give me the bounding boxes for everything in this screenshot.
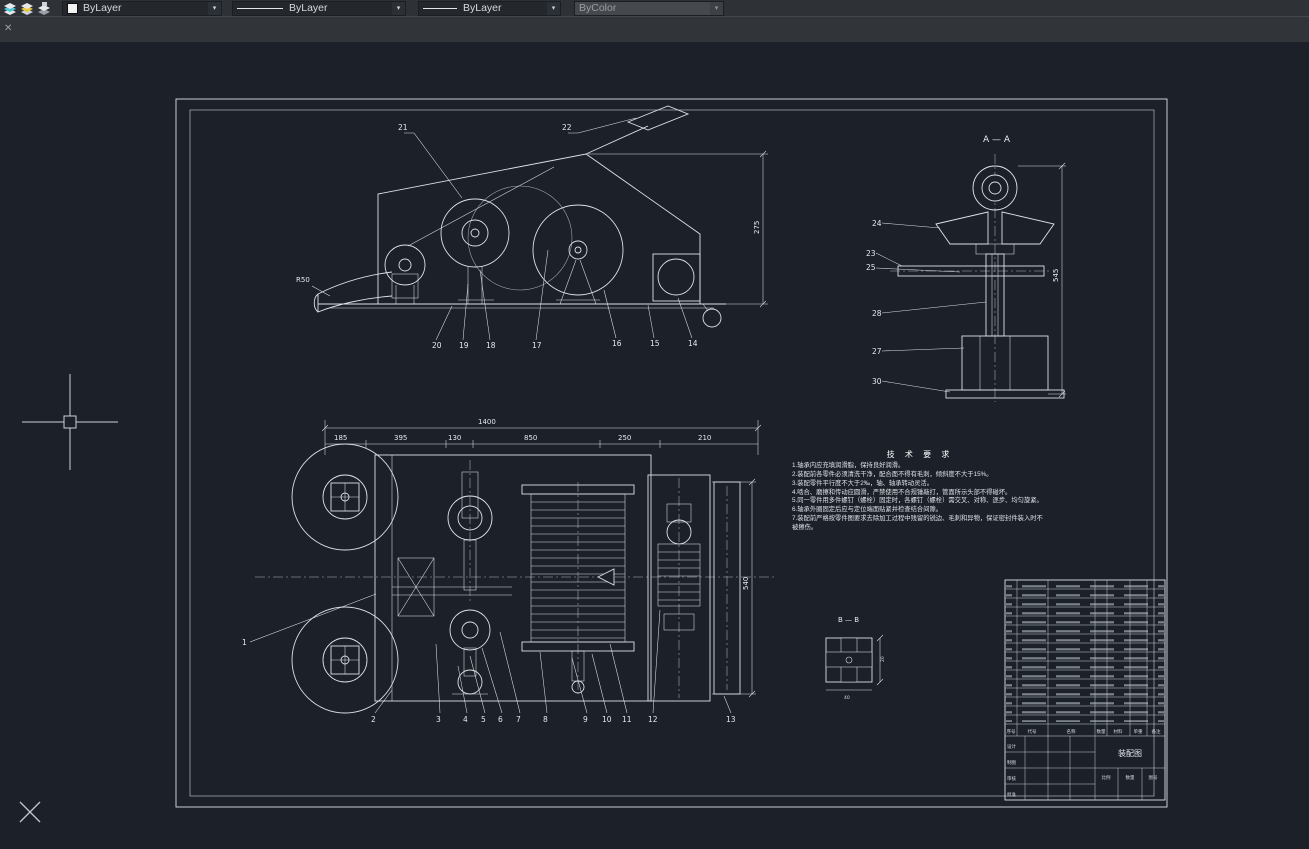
technical-notes: 技 术 要 求 1.轴承内应充填润滑脂，保持良好润滑。 2.装配前各零件必须清洗… — [792, 449, 1048, 533]
lineweight-value: ByLayer — [463, 2, 502, 14]
drawing-title: 装配图 — [1118, 748, 1142, 758]
dim-label: 130 — [448, 434, 461, 442]
signature-label: 审核 — [1007, 775, 1016, 782]
dim-label: 185 — [334, 434, 347, 442]
section-aa-view: A — A 545 24 23 25 28 27 30 — [866, 135, 1066, 402]
linetype-control[interactable]: ByLayer ▾ — [232, 0, 406, 16]
field-label: 比例 — [1102, 774, 1111, 781]
parts-table: 序号 代号 名称 数量 材料 单重 备注 设计 制图 审核 批准 装配图 比例 … — [1004, 579, 1166, 801]
note-line: 6.轴承外圈固定后应与定位端面贴紧并检查结合间隙。 — [792, 506, 943, 514]
note-line: 1.轴承内应充填润滑脂，保持良好润滑。 — [792, 462, 905, 470]
note-line: 2.装配前各零件必须清洗干净，配合面不得有毛刺，倾斜度不大于15%。 — [792, 471, 993, 478]
elevation-view: 275 R50 21 22 20 19 18 17 16 15 14 — [296, 105, 768, 350]
dim-label: 275 — [753, 221, 761, 234]
table-header: 名称 — [1067, 728, 1076, 735]
dim-label: 850 — [524, 434, 537, 442]
balloon: 10 — [602, 715, 612, 724]
balloon: 2 — [371, 715, 376, 724]
balloon: 17 — [532, 341, 542, 350]
balloon: 14 — [688, 339, 698, 348]
docked-palette-bar: ✕ — [0, 16, 1309, 44]
chevron-down-icon: ▾ — [710, 1, 723, 15]
table-header: 数量 — [1097, 728, 1106, 735]
note-line: 7.装配前严格按零件图要求去除加工过程中残留的锐边、毛刺和异物，保证密封件装入时… — [792, 515, 1043, 531]
close-icon[interactable]: ✕ — [4, 23, 12, 35]
balloon: 25 — [866, 263, 876, 272]
dim-label: R50 — [296, 276, 310, 284]
dim-label: 540 — [742, 577, 750, 590]
chevron-down-icon[interactable]: ▾ — [547, 1, 560, 15]
chevron-down-icon[interactable]: ▾ — [208, 1, 221, 15]
drawing-svg: 275 R50 21 22 20 19 18 17 16 15 14 A — A… — [19, 98, 1168, 823]
layers-icon[interactable] — [2, 1, 17, 15]
balloon: 12 — [648, 715, 658, 724]
dim-label: 1400 — [478, 418, 496, 426]
object-properties-toolbar: ByLayer ▾ ByLayer ▾ ByLayer ▾ ByColor ▾ — [0, 0, 1309, 17]
balloon: 22 — [562, 123, 572, 132]
color-value: ByLayer — [83, 2, 122, 14]
table-header: 材料 — [1114, 728, 1123, 735]
layer-previous-icon[interactable] — [36, 1, 51, 15]
balloon: 20 — [432, 341, 442, 350]
balloon: 23 — [866, 249, 876, 258]
balloon: 7 — [516, 715, 521, 724]
crosshair-cursor — [22, 374, 118, 470]
section-label: A — A — [983, 135, 1011, 145]
balloon: 5 — [481, 715, 486, 724]
field-label: 图号 — [1149, 775, 1158, 781]
dim-label: 545 — [1052, 269, 1060, 282]
dim-label: 210 — [698, 434, 711, 442]
balloon: 8 — [543, 715, 548, 724]
lineweight-sample — [423, 7, 457, 9]
layer-states-icon[interactable] — [19, 1, 34, 15]
layer-toolbar-icons — [0, 0, 58, 16]
bottom-left-cross-icon — [19, 801, 41, 823]
chevron-down-icon[interactable]: ▾ — [392, 1, 405, 15]
balloon: 11 — [622, 715, 632, 724]
section-bb-view: B — B 20 40 — [825, 616, 886, 701]
color-swatch — [67, 2, 78, 14]
field-label: 数量 — [1126, 774, 1135, 781]
balloon: 13 — [726, 715, 736, 724]
table-header: 序号 — [1007, 728, 1016, 735]
note-line: 3.装配零件平行度不大于2‰，轴、轴承转动灵活。 — [792, 479, 933, 487]
lineweight-control[interactable]: ByLayer ▾ — [418, 0, 561, 16]
linetype-value: ByLayer — [289, 2, 328, 14]
plan-view: 1400 185 395 130 850 250 210 540 1 2 3 4… — [242, 418, 775, 724]
balloon: 3 — [436, 715, 441, 724]
dim-label: 395 — [394, 434, 407, 442]
balloon: 21 — [398, 123, 408, 132]
signature-label: 制图 — [1007, 759, 1016, 766]
note-line: 5.同一零件用多件螺钉（螺栓）固定时，各螺钉（螺栓）需交叉、对称、逐步、均匀旋紧… — [792, 497, 1043, 505]
plotstyle-value: ByColor — [579, 2, 617, 14]
dim-label: 250 — [618, 434, 631, 442]
balloon: 28 — [872, 309, 882, 318]
section-label: B — B — [838, 616, 859, 624]
balloon: 9 — [583, 715, 588, 724]
balloon: 30 — [872, 377, 882, 386]
color-control[interactable]: ByLayer ▾ — [62, 0, 222, 16]
dim-label: 20 — [880, 656, 886, 662]
autocad-window: ByLayer ▾ ByLayer ▾ ByLayer ▾ ByColor ▾ … — [0, 0, 1309, 849]
signature-label: 设计 — [1007, 743, 1016, 750]
balloon: 19 — [459, 341, 469, 350]
signature-label: 批准 — [1007, 791, 1016, 798]
technical-notes-title: 技 术 要 求 — [886, 450, 954, 459]
balloon: 1 — [242, 638, 247, 647]
balloon: 15 — [650, 339, 660, 348]
table-header: 代号 — [1028, 728, 1037, 735]
table-header: 备注 — [1152, 728, 1161, 735]
balloon: 24 — [872, 219, 882, 228]
balloon: 18 — [486, 341, 496, 350]
plotstyle-control: ByColor ▾ — [574, 0, 724, 16]
linetype-sample — [237, 7, 283, 9]
dim-label: 40 — [844, 695, 850, 701]
balloon: 16 — [612, 339, 622, 348]
drawing-canvas[interactable]: 275 R50 21 22 20 19 18 17 16 15 14 A — A… — [0, 42, 1309, 849]
balloon: 6 — [498, 715, 503, 724]
table-header: 单重 — [1134, 728, 1143, 735]
balloon: 4 — [463, 715, 468, 724]
balloon: 27 — [872, 347, 882, 356]
